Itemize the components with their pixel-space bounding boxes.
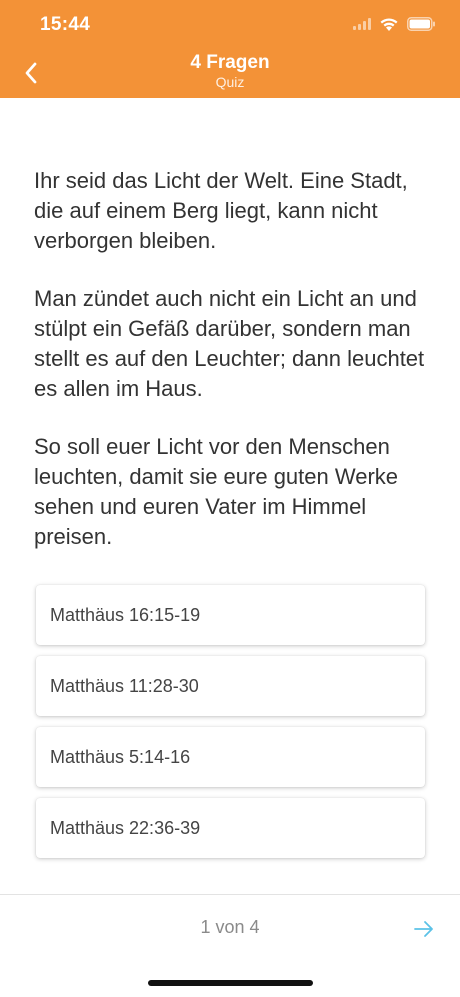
arrow-right-icon [414,921,433,937]
answer-option[interactable]: Matthäus 22:36-39 [36,798,425,858]
next-button[interactable] [410,915,438,943]
status-icons [353,14,436,34]
page-indicator: 1 von 4 [200,917,260,937]
answer-option[interactable]: Matthäus 16:15-19 [36,585,425,645]
answer-option[interactable]: Matthäus 11:28-30 [36,656,425,716]
signal-icon [353,18,371,30]
home-indicator[interactable] [148,980,313,986]
question-paragraph: So soll euer Licht vor den Menschen leuc… [34,434,399,549]
status-time: 15:44 [40,14,91,35]
question-text: Ihr seid das Licht der Welt. Eine Stadt,… [34,166,434,580]
answer-option[interactable]: Matthäus 5:14-16 [36,727,425,787]
page-subtitle: Quiz [215,74,245,90]
answer-list: Matthäus 16:15-19 Matthäus 11:28-30 Matt… [36,585,425,869]
page-title: 4 Fragen [190,52,270,73]
question-paragraph: Man zündet auch nicht ein Licht an und s… [34,286,425,401]
wifi-icon [379,17,399,32]
header: 15:44 4 Fragen Quiz [0,0,460,98]
question-paragraph: Ihr seid das Licht der Welt. Eine Stadt,… [34,168,408,253]
battery-icon [407,17,436,31]
